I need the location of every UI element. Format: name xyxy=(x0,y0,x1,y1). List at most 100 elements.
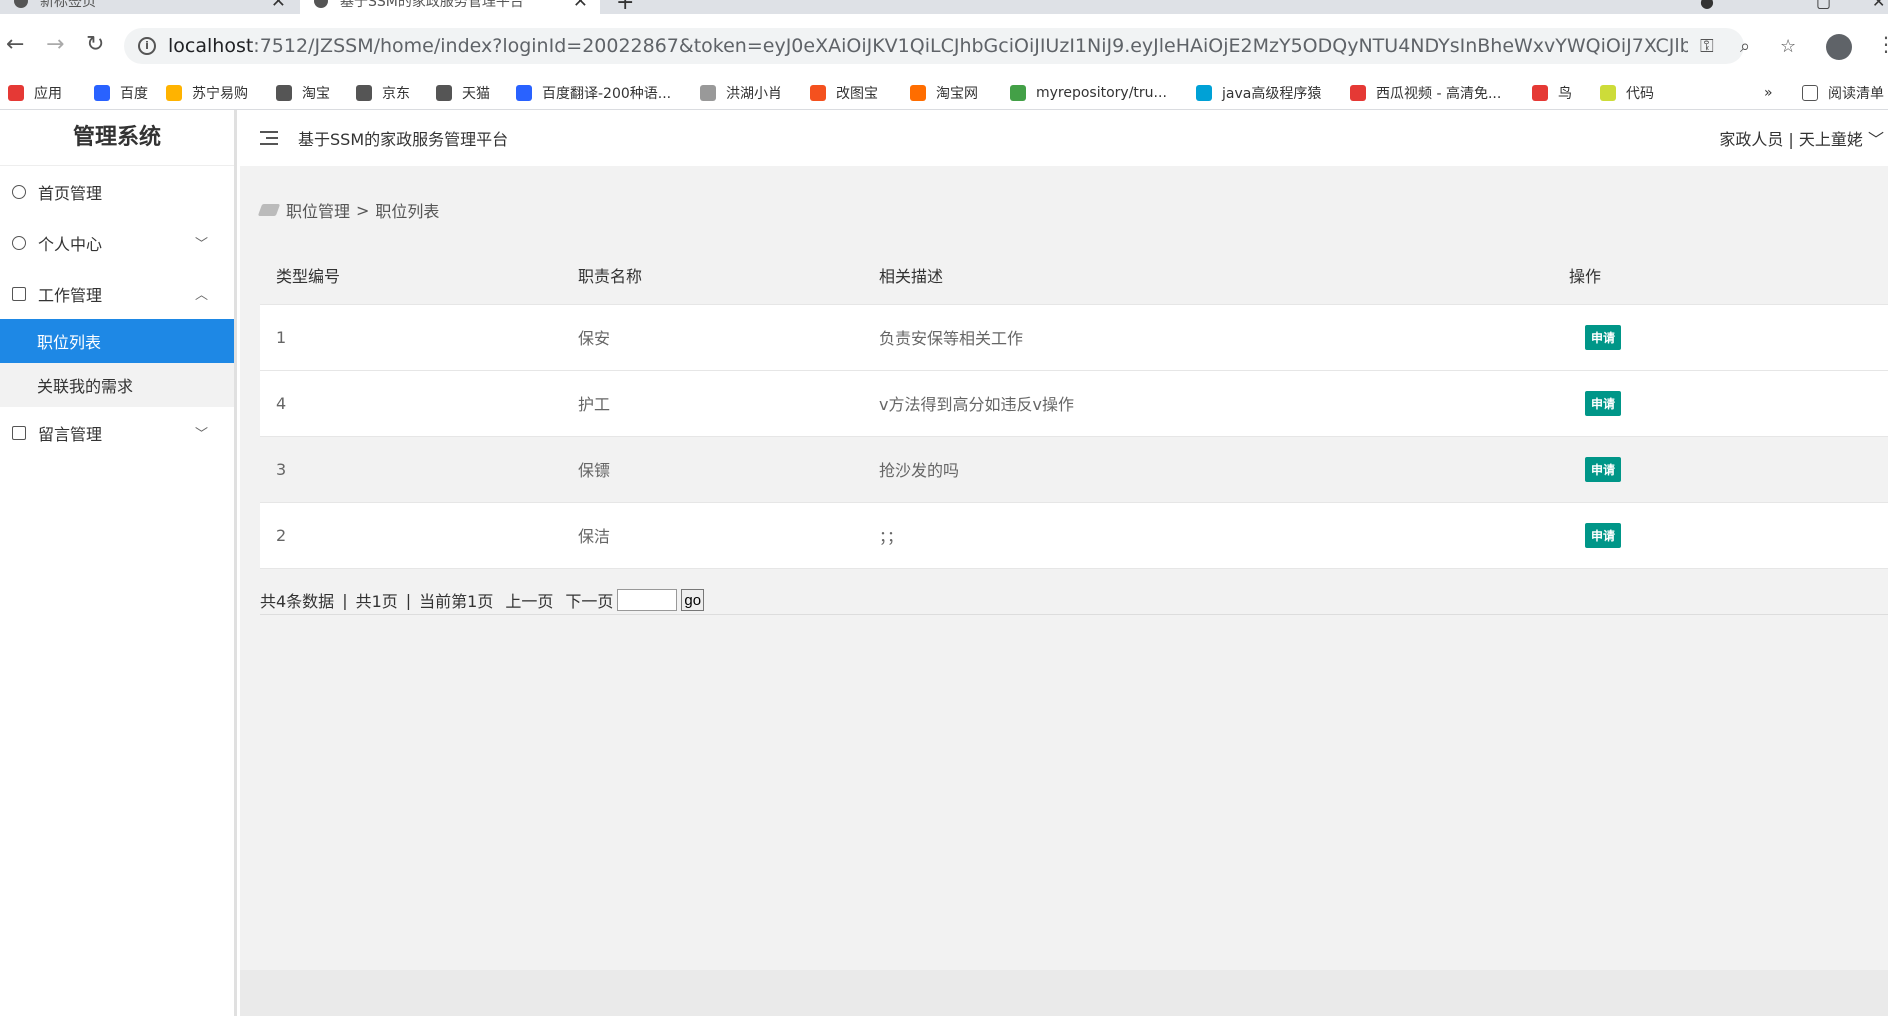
browser-tab-active[interactable]: 基于SSM的家政服务管理平台 ✕ xyxy=(300,0,600,14)
cell-id: 3 xyxy=(260,436,562,503)
bookmark-item[interactable]: 代码 xyxy=(1600,76,1654,110)
cell-id: 2 xyxy=(260,502,562,569)
bookmark-item[interactable]: 西瓜视频 - 高清免... xyxy=(1350,76,1501,110)
go-button[interactable]: go xyxy=(681,589,705,611)
breadcrumb-current: 职位列表 xyxy=(375,202,440,221)
cell-id: 4 xyxy=(260,370,562,437)
key-icon[interactable]: ⚿ xyxy=(1700,36,1714,57)
cell-name: 保镖 xyxy=(562,436,863,503)
bookmark-item[interactable]: 应用 xyxy=(8,76,62,110)
profile-dropdown-icon[interactable]: ● xyxy=(1700,0,1714,11)
back-icon[interactable]: ← xyxy=(6,34,24,56)
bookmark-label: 淘宝 xyxy=(302,86,330,102)
sidebar-item-work[interactable]: 工作管理 ︿ xyxy=(0,268,234,319)
message-board-icon xyxy=(12,425,26,440)
restore-window-icon[interactable]: ▢ xyxy=(1816,0,1831,11)
reload-icon[interactable]: ↻ xyxy=(86,34,104,56)
bookmark-label: 京东 xyxy=(382,86,410,102)
bookmark-label: 苏宁易购 xyxy=(192,86,248,102)
app-logo: 管理系统 xyxy=(0,110,234,166)
bookmark-label: 百度翻译-200种语... xyxy=(542,86,672,102)
dashboard-icon xyxy=(12,184,26,199)
forward-icon[interactable]: → xyxy=(46,34,64,56)
cell-action: 申请 xyxy=(1553,370,1888,437)
zoom-icon[interactable]: ⌕ xyxy=(1740,36,1750,57)
bookmark-item[interactable]: myrepository/tru... xyxy=(1010,76,1167,110)
footer-strip xyxy=(240,970,1888,1016)
app-root: 管理系统 首页管理 个人中心 ﹀ 工作管理 ︿ 职位列表 关联我的需求 留言管理… xyxy=(0,110,1888,1016)
close-icon[interactable]: ✕ xyxy=(271,0,286,12)
bookmark-favicon-icon xyxy=(700,85,716,101)
bookmark-item[interactable]: 百度翻译-200种语... xyxy=(516,76,671,110)
prev-page-link[interactable]: 上一页 xyxy=(505,588,553,612)
page-jump-input[interactable] xyxy=(617,589,678,611)
cell-action: 申请 xyxy=(1553,436,1888,503)
chevron-down-icon: ﹀ xyxy=(194,237,208,252)
pager-total: 共4条数据 xyxy=(260,592,335,611)
bookmark-item[interactable]: 苏宁易购 xyxy=(166,76,248,110)
profile-avatar-icon[interactable] xyxy=(1826,34,1852,60)
apply-button[interactable]: 申请 xyxy=(1585,324,1622,350)
bookmark-item[interactable]: 京东 xyxy=(356,76,410,110)
site-info-icon[interactable]: i xyxy=(138,37,156,55)
job-table-card: 类型编号 职责名称 相关描述 操作 1 保安 负责安保等相关工作 申请 4 护工… xyxy=(260,246,1888,569)
reading-list-icon xyxy=(1802,85,1818,101)
cell-id: 1 xyxy=(260,304,562,371)
bookmark-favicon-icon xyxy=(1010,85,1026,101)
new-tab-button[interactable]: + xyxy=(616,0,634,14)
bookmark-label: 应用 xyxy=(34,86,62,102)
bookmark-label: 天猫 xyxy=(462,86,490,102)
user-menu[interactable]: 家政人员 | 天上童姥 ﹀ xyxy=(1719,126,1884,150)
cell-desc: 抢沙发的吗 xyxy=(863,436,1553,503)
apply-button[interactable]: 申请 xyxy=(1585,390,1622,416)
breadcrumb-parent[interactable]: 职位管理 xyxy=(286,198,350,222)
apply-button[interactable]: 申请 xyxy=(1585,456,1622,482)
bookmark-item[interactable]: 淘宝网 xyxy=(910,76,978,110)
menu-toggle-icon[interactable] xyxy=(260,131,278,145)
bookmark-favicon-icon xyxy=(1600,85,1616,101)
divider xyxy=(260,614,1888,615)
col-duty-name: 职责名称 xyxy=(562,246,863,305)
bookmark-item[interactable]: 百度 xyxy=(94,76,148,110)
table-row: 1 保安 负责安保等相关工作 申请 xyxy=(260,304,1888,371)
table-header-row: 类型编号 职责名称 相关描述 操作 xyxy=(260,246,1888,305)
bookmark-star-icon[interactable]: ☆ xyxy=(1780,36,1796,57)
bookmark-favicon-icon xyxy=(8,85,24,101)
close-window-icon[interactable]: ✕ xyxy=(1872,0,1885,11)
col-action: 操作 xyxy=(1553,246,1888,305)
pager-pages: 共1页 xyxy=(355,592,398,611)
browser-tab-bar: 新标签页 ✕ 基于SSM的家政服务管理平台 ✕ + ● ▢ ✕ xyxy=(0,0,1888,14)
bookmark-favicon-icon xyxy=(1532,85,1548,101)
sidebar-subitem-related-demands[interactable]: 关联我的需求 xyxy=(0,363,234,407)
close-icon[interactable]: ✕ xyxy=(573,0,588,12)
browser-tab-new[interactable]: 新标签页 ✕ xyxy=(14,0,298,14)
job-table: 类型编号 职责名称 相关描述 操作 1 保安 负责安保等相关工作 申请 4 护工… xyxy=(260,246,1888,569)
reading-list-button[interactable]: 阅读清单 xyxy=(1802,76,1884,110)
bookmark-favicon-icon xyxy=(356,85,372,101)
bookmark-item[interactable]: 改图宝 xyxy=(810,76,878,110)
sidebar-item-messages[interactable]: 留言管理 ﹀ xyxy=(0,407,234,458)
sidebar-item-profile[interactable]: 个人中心 ﹀ xyxy=(0,217,234,268)
sidebar: 管理系统 首页管理 个人中心 ﹀ 工作管理 ︿ 职位列表 关联我的需求 留言管理… xyxy=(0,110,237,1016)
apply-button[interactable]: 申请 xyxy=(1585,522,1622,548)
bookmarks-overflow-button[interactable]: » xyxy=(1764,76,1773,110)
bookmark-item[interactable]: 淘宝 xyxy=(276,76,330,110)
bookmark-item[interactable]: 洪湖小肖 xyxy=(700,76,782,110)
main-content: 基于SSM的家政服务管理平台 家政人员 | 天上童姥 ﹀ 职位管理 > 职位列表… xyxy=(240,110,1888,1016)
address-bar-row: ← → ↻ i localhost:7512/JZSSM/home/index?… xyxy=(0,14,1888,76)
bookmark-favicon-icon xyxy=(1196,85,1212,101)
bookmark-favicon-icon xyxy=(1350,85,1366,101)
url-input[interactable]: i localhost:7512/JZSSM/home/index?loginI… xyxy=(124,28,1744,64)
bookmark-item[interactable]: 鸟 xyxy=(1532,76,1572,110)
next-page-link[interactable]: 下一页 xyxy=(565,588,613,612)
bookmark-favicon-icon xyxy=(276,85,292,101)
sidebar-item-home[interactable]: 首页管理 xyxy=(0,166,234,217)
cell-desc: 负责安保等相关工作 xyxy=(863,304,1553,371)
breadcrumb-separator: > xyxy=(356,200,370,220)
menu-kebab-icon[interactable]: ⋮ xyxy=(1876,32,1888,56)
sidebar-subitem-job-list[interactable]: 职位列表 xyxy=(0,319,234,363)
cell-name: 保安 xyxy=(562,304,863,371)
bookmark-item[interactable]: 天猫 xyxy=(436,76,490,110)
bookmark-item[interactable]: java高级程序猿 xyxy=(1196,76,1321,110)
bookmark-label: 洪湖小肖 xyxy=(726,86,782,102)
